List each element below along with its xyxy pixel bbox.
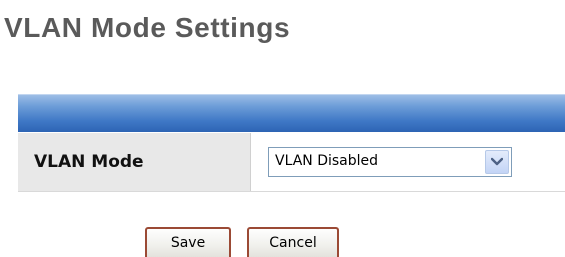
vlan-mode-label-cell: VLAN Mode <box>18 133 251 191</box>
vlan-mode-selected-value: VLAN Disabled <box>275 153 379 169</box>
page-title: VLAN Mode Settings <box>4 12 291 43</box>
vlan-mode-settings-page: VLAN Mode Settings VLAN Mode VLAN Disabl… <box>0 0 565 257</box>
cancel-button[interactable]: Cancel <box>247 227 339 257</box>
vlan-mode-select[interactable]: VLAN Disabled <box>268 147 512 177</box>
chevron-down-icon <box>491 157 503 166</box>
save-button[interactable]: Save <box>145 227 231 257</box>
vlan-mode-label: VLAN Mode <box>34 152 144 172</box>
dropdown-button[interactable] <box>485 150 509 174</box>
table-header-bar <box>18 94 565 132</box>
vlan-mode-row: VLAN Mode VLAN Disabled <box>18 133 565 192</box>
